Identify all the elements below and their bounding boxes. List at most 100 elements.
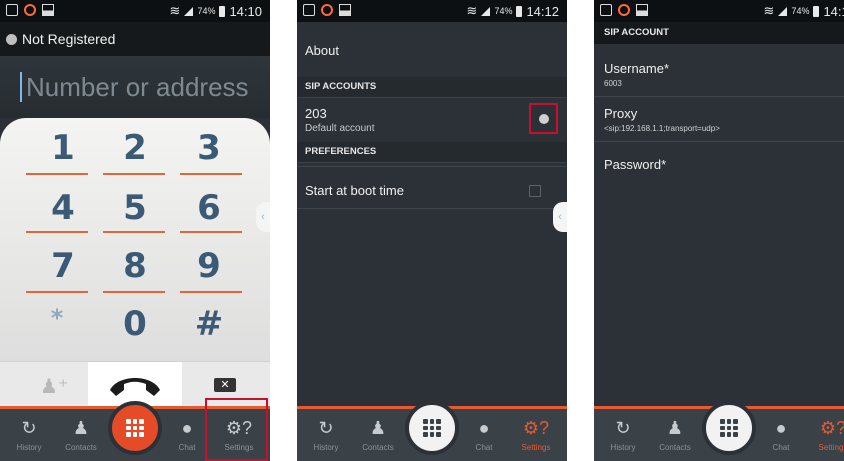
preferences-header: PREFERENCES [297, 142, 567, 163]
chat-icon: ● [478, 418, 490, 438]
app-icon [321, 4, 333, 16]
contacts-icon: ♟ [369, 418, 387, 438]
key-0[interactable]: 0 [104, 304, 166, 344]
key-divider [103, 231, 165, 233]
sip-account-header: SIP ACCOUNT [594, 22, 844, 44]
start-at-boot-checkbox[interactable] [529, 185, 541, 197]
tab-history[interactable]: ↻ History [4, 409, 54, 461]
call-icon[interactable] [104, 368, 166, 402]
key-7[interactable]: 7 [32, 246, 94, 286]
settings-icon: ⚙? [522, 418, 550, 438]
phone-settings-screen: ≋ 74% 14:12 About SIP ACCOUNTS 203 Defau… [297, 0, 567, 461]
history-icon: ↻ [21, 418, 37, 438]
key-divider [180, 173, 242, 175]
account-subtitle: Default account [305, 123, 375, 134]
bottom-tab-bar: ↻ History ♟ Contacts ● Chat ⚙? Settings [594, 401, 844, 461]
key-divider [180, 231, 242, 233]
username-label[interactable]: Username* [604, 61, 669, 76]
key-divider [26, 291, 88, 293]
registration-status-bar: Not Registered [0, 22, 270, 56]
key-6[interactable]: 6 [178, 188, 240, 228]
sip-accounts-header: SIP ACCOUNTS [297, 77, 567, 98]
side-panel-handle[interactable]: ‹ [256, 202, 270, 232]
divider [594, 96, 844, 97]
divider [297, 166, 567, 167]
key-3[interactable]: 3 [178, 128, 240, 168]
status-bar: ≋ 74% 14:10 [0, 0, 270, 22]
tab-settings[interactable]: ⚙? Settings [808, 409, 844, 461]
keypad-icon [720, 419, 738, 437]
clock: 14:12 [823, 3, 844, 19]
wifi-icon: ≋ [466, 3, 478, 18]
add-contact-icon[interactable]: ♟⁺ [40, 374, 69, 399]
wifi-icon: ≋ [169, 3, 181, 18]
registration-status-text: Not Registered [22, 31, 116, 47]
key-divider [26, 231, 88, 233]
key-1[interactable]: 1 [32, 128, 94, 168]
settings-highlight [205, 398, 268, 461]
keypad-icon [423, 419, 441, 437]
tab-chat[interactable]: ● Chat [756, 409, 806, 461]
bottom-tab-bar: ↻ History ♟ Contacts ● Chat ⚙? Settings [297, 401, 567, 461]
tab-contacts[interactable]: ♟ Contacts [650, 409, 700, 461]
key-2[interactable]: 2 [104, 128, 166, 168]
about-item[interactable]: About [305, 43, 339, 58]
battery-percent: 74% [197, 6, 216, 16]
key-5[interactable]: 5 [104, 188, 166, 228]
dialer-button[interactable] [405, 401, 459, 455]
notification-icon [600, 4, 612, 16]
contacts-icon: ♟ [72, 418, 90, 438]
dialer-button[interactable] [108, 401, 162, 455]
side-panel-handle[interactable]: ‹ [553, 202, 567, 232]
tab-history[interactable]: ↻ History [301, 409, 351, 461]
tab-settings[interactable]: ⚙? Settings [511, 409, 561, 461]
proxy-value: <sip:192.168.1.1;transport=udp> [604, 124, 720, 133]
notification-icon [6, 4, 18, 16]
notification-icon [303, 4, 315, 16]
battery-icon [219, 5, 226, 17]
signal-icon [481, 6, 491, 16]
backspace-icon[interactable]: ✕ [214, 378, 236, 392]
clock: 14:10 [229, 3, 262, 19]
key-9[interactable]: 9 [178, 246, 240, 286]
history-icon: ↻ [318, 418, 334, 438]
account-name[interactable]: 203 [305, 106, 327, 121]
key-4[interactable]: 4 [32, 188, 94, 228]
clock: 14:12 [526, 3, 559, 19]
dial-keypad: 1 2 3 4 5 6 7 8 9 * 0 # [0, 118, 270, 361]
battery-icon [516, 5, 523, 17]
signal-icon [184, 6, 194, 16]
history-icon: ↻ [615, 418, 631, 438]
proxy-label[interactable]: Proxy [604, 106, 637, 121]
key-8[interactable]: 8 [104, 246, 166, 286]
divider [297, 208, 567, 209]
settings-icon: ⚙? [819, 418, 844, 438]
status-bar: ≋ 74% 14:12 [297, 0, 567, 22]
status-bar: ≋ 74% 14:12 [594, 0, 844, 22]
chat-icon: ● [775, 418, 787, 438]
battery-percent: 74% [494, 6, 513, 16]
password-label[interactable]: Password* [604, 157, 666, 172]
key-hash[interactable]: # [178, 304, 240, 344]
tab-contacts[interactable]: ♟ Contacts [353, 409, 403, 461]
phone-sip-account-screen: ≋ 74% 14:12 SIP ACCOUNT Username* 6003 P… [594, 0, 844, 461]
signal-icon [778, 6, 788, 16]
key-divider [26, 173, 88, 175]
registration-status-icon [6, 34, 17, 45]
battery-percent: 74% [791, 6, 810, 16]
address-input[interactable]: Number or address [20, 72, 266, 102]
divider [594, 141, 844, 142]
contacts-icon: ♟ [666, 418, 684, 438]
start-at-boot-label: Start at boot time [305, 183, 404, 198]
phone-dialer-screen: ≋ 74% 14:10 Not Registered Number or add… [0, 0, 270, 461]
address-area: Number or address [0, 56, 270, 118]
image-icon [42, 4, 54, 16]
tab-history[interactable]: ↻ History [598, 409, 648, 461]
image-icon [636, 4, 648, 16]
dialer-button[interactable] [702, 401, 756, 455]
account-highlight [529, 103, 558, 134]
key-star[interactable]: * [26, 304, 88, 332]
tab-contacts[interactable]: ♟ Contacts [56, 409, 106, 461]
app-icon [618, 4, 630, 16]
tab-chat[interactable]: ● Chat [459, 409, 509, 461]
